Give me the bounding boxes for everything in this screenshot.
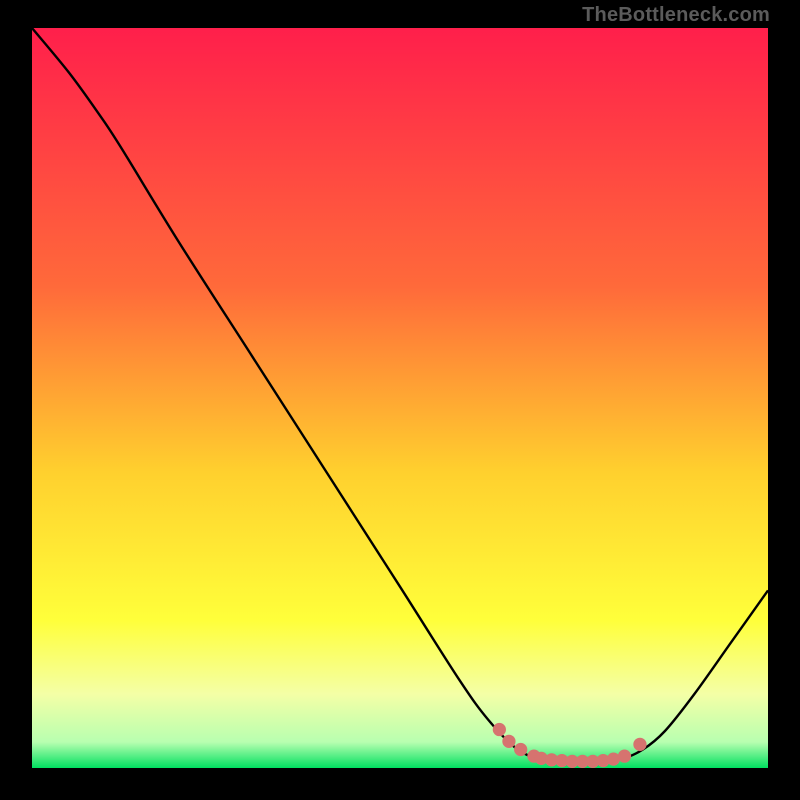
valley-marker-dot [607,753,620,766]
chart-svg [32,28,768,768]
watermark-label: TheBottleneck.com [582,4,770,27]
chart-container: TheBottleneck.com [0,0,800,800]
valley-marker-dot [502,735,515,748]
valley-marker-dot [514,743,527,756]
valley-marker-dot [618,750,631,763]
valley-marker-dot [493,723,506,736]
valley-marker-dot [633,738,646,751]
gradient-background [32,28,768,768]
plot-area [32,28,768,768]
